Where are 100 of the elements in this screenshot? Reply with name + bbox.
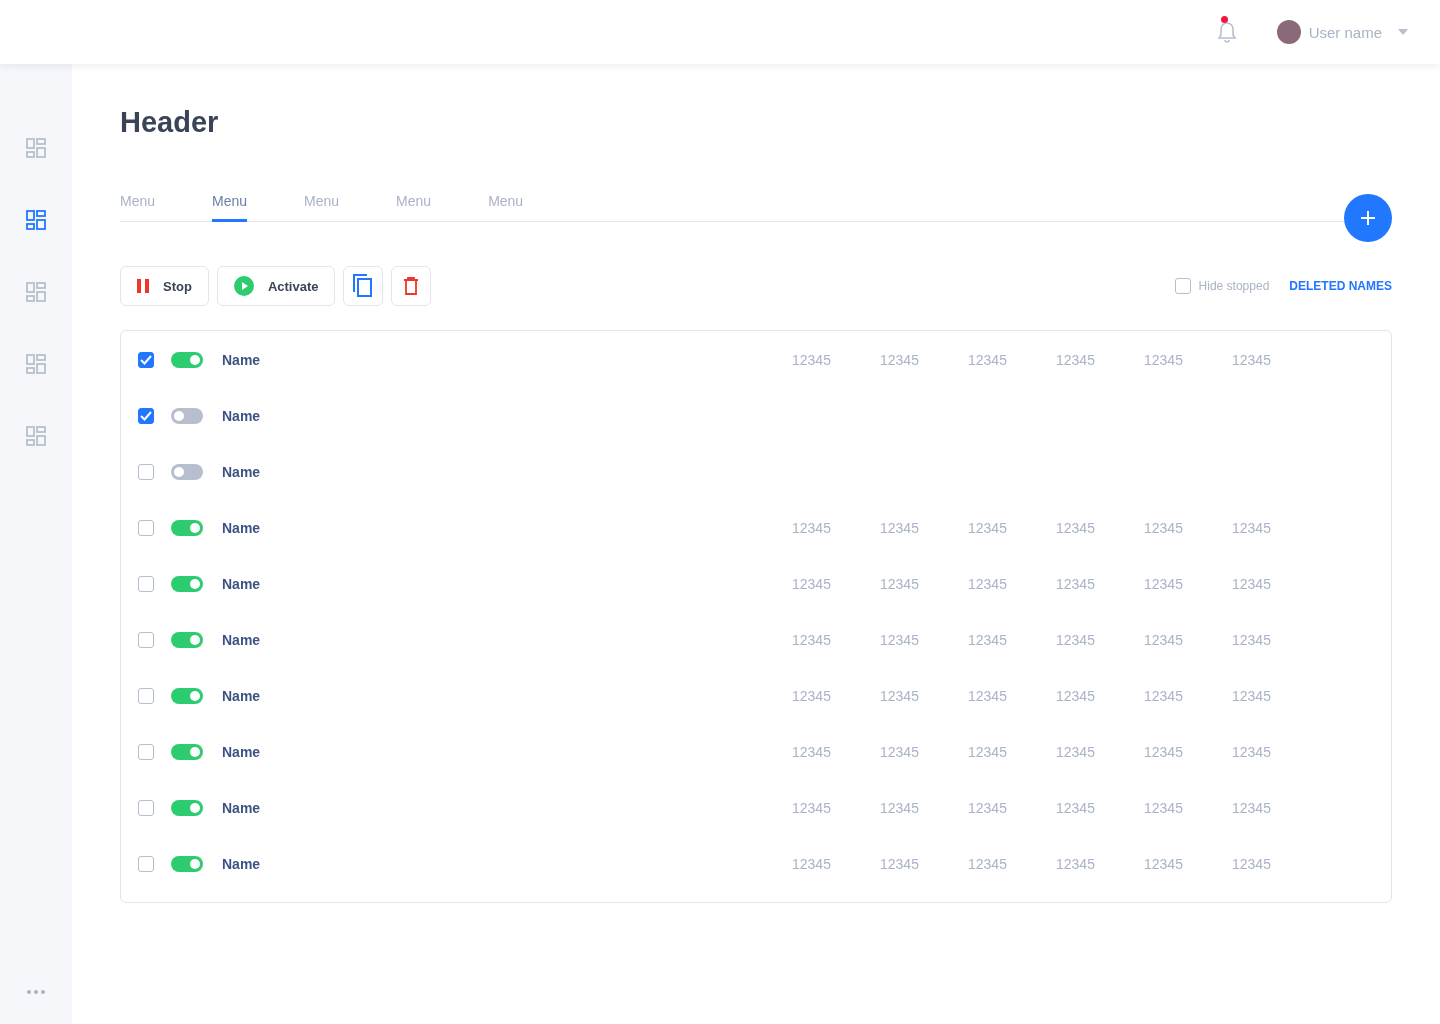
table-cell-text: 12345 (1144, 632, 1184, 648)
toggle-switch[interactable] (171, 576, 203, 592)
delete-button[interactable] (391, 266, 432, 306)
copy-icon (353, 274, 374, 298)
table-cell-text: 12345 (1232, 520, 1272, 536)
row-name: Name (222, 744, 262, 760)
stop-button[interactable]: Stop (120, 266, 209, 306)
table-cell-text: 12345 (792, 632, 832, 648)
row-name: Name (222, 352, 262, 368)
toggle-switch[interactable] (171, 408, 203, 424)
table-cell-text: 12345 (1144, 800, 1184, 816)
notification-bell-icon[interactable] (1216, 21, 1237, 43)
row-checkbox[interactable] (138, 520, 154, 536)
tab[interactable]: Menu (120, 192, 156, 222)
row-checkbox[interactable] (138, 464, 154, 480)
table-cell-text: 12345 (968, 744, 1008, 760)
table-cell-text: 12345 (968, 800, 1008, 816)
dashboard-icon[interactable] (26, 426, 46, 446)
table-cell-text: 12345 (1056, 856, 1096, 872)
table-cell-text: 12345 (1056, 352, 1096, 368)
add-button[interactable] (1344, 194, 1392, 242)
table-cell-text: 12345 (880, 576, 920, 592)
row-name: Name (222, 688, 262, 704)
table-cell-text: 12345 (880, 632, 920, 648)
row-name: Name (222, 520, 262, 536)
dashboard-icon[interactable] (26, 354, 46, 374)
table-cell-text: 12345 (792, 856, 832, 872)
table-cell-text: 12345 (880, 688, 920, 704)
toggle-switch[interactable] (171, 520, 203, 536)
table-cell-text: 12345 (1232, 744, 1272, 760)
avatar-icon[interactable] (1276, 20, 1301, 44)
pause-icon (137, 279, 149, 293)
caret-icon[interactable] (1398, 29, 1408, 35)
table-cell-text: 12345 (880, 800, 920, 816)
hide-stopped-checkbox[interactable] (1174, 278, 1191, 294)
table-cell-text: 12345 (1144, 576, 1184, 592)
row-checkbox[interactable] (138, 352, 154, 368)
row-checkbox[interactable] (138, 632, 154, 648)
table-cell-text: 12345 (880, 520, 920, 536)
table-cell-text: 12345 (1232, 352, 1272, 368)
table-cell-text: 12345 (1144, 744, 1184, 760)
row-name: Name (222, 632, 262, 648)
table-cell-text: 12345 (1144, 520, 1184, 536)
row-name: Name (222, 464, 262, 480)
trash-icon (403, 277, 420, 295)
more-icon[interactable] (27, 990, 45, 994)
table-cell-text: 12345 (1056, 744, 1096, 760)
row-checkbox[interactable] (138, 856, 154, 872)
toggle-switch[interactable] (171, 856, 203, 872)
table-cell-text: 12345 (880, 744, 920, 760)
dashboard-icon[interactable] (26, 138, 46, 158)
table-cell-text: 12345 (968, 632, 1008, 648)
table-cell-text: 12345 (1056, 520, 1096, 536)
hide-stopped-label: Hide stopped (1198, 279, 1270, 293)
user-name[interactable]: User name (1308, 23, 1382, 41)
play-icon (233, 276, 254, 296)
table-cell-text: 12345 (1232, 576, 1272, 592)
table-cell-text: 12345 (792, 744, 832, 760)
toggle-switch[interactable] (171, 464, 203, 480)
table-cell-text: 12345 (1056, 576, 1096, 592)
row-checkbox[interactable] (138, 800, 154, 816)
activate-button[interactable]: Activate (216, 266, 336, 306)
table-cell-text: 12345 (792, 800, 832, 816)
table-cell-text: 12345 (968, 688, 1008, 704)
table-cell-text: 12345 (1056, 688, 1096, 704)
deleted-names-link[interactable]: DELETED NAMES (1289, 279, 1392, 293)
table-cell-text: 12345 (880, 856, 920, 872)
table-cell-text: 12345 (968, 520, 1008, 536)
row-checkbox[interactable] (138, 408, 154, 424)
tab[interactable]: Menu (488, 192, 524, 222)
tab[interactable]: Menu (212, 192, 248, 222)
table-cell-text: 12345 (1232, 856, 1272, 872)
copy-button[interactable] (343, 266, 384, 306)
table-cell-text: 12345 (792, 576, 832, 592)
toggle-switch[interactable] (171, 688, 203, 704)
table-cell-text: 12345 (968, 576, 1008, 592)
row-checkbox[interactable] (138, 744, 154, 760)
toggle-switch[interactable] (171, 632, 203, 648)
dashboard-icon[interactable] (26, 282, 46, 302)
row-name: Name (222, 408, 262, 424)
row-checkbox[interactable] (138, 576, 154, 592)
table-cell-text: 12345 (792, 352, 832, 368)
plus-icon (1360, 210, 1376, 226)
table-cell-text: 12345 (792, 688, 832, 704)
table-cell-text: 12345 (792, 520, 832, 536)
toggle-switch[interactable] (171, 744, 203, 760)
table-cell-text: 12345 (1232, 688, 1272, 704)
tab[interactable]: Menu (396, 192, 432, 222)
table-cell-text: 12345 (1232, 632, 1272, 648)
table-cell-text: 12345 (1232, 800, 1272, 816)
toggle-switch[interactable] (171, 352, 203, 368)
dashboard-icon[interactable] (26, 210, 46, 230)
row-checkbox[interactable] (138, 688, 154, 704)
table-cell-text: 12345 (1056, 632, 1096, 648)
table-cell-text: 12345 (1056, 800, 1096, 816)
table-cell-text: 12345 (1144, 688, 1184, 704)
toggle-switch[interactable] (171, 800, 203, 816)
tab[interactable]: Menu (304, 192, 340, 222)
table-cell-text: 12345 (1144, 856, 1184, 872)
row-name: Name (222, 800, 262, 816)
